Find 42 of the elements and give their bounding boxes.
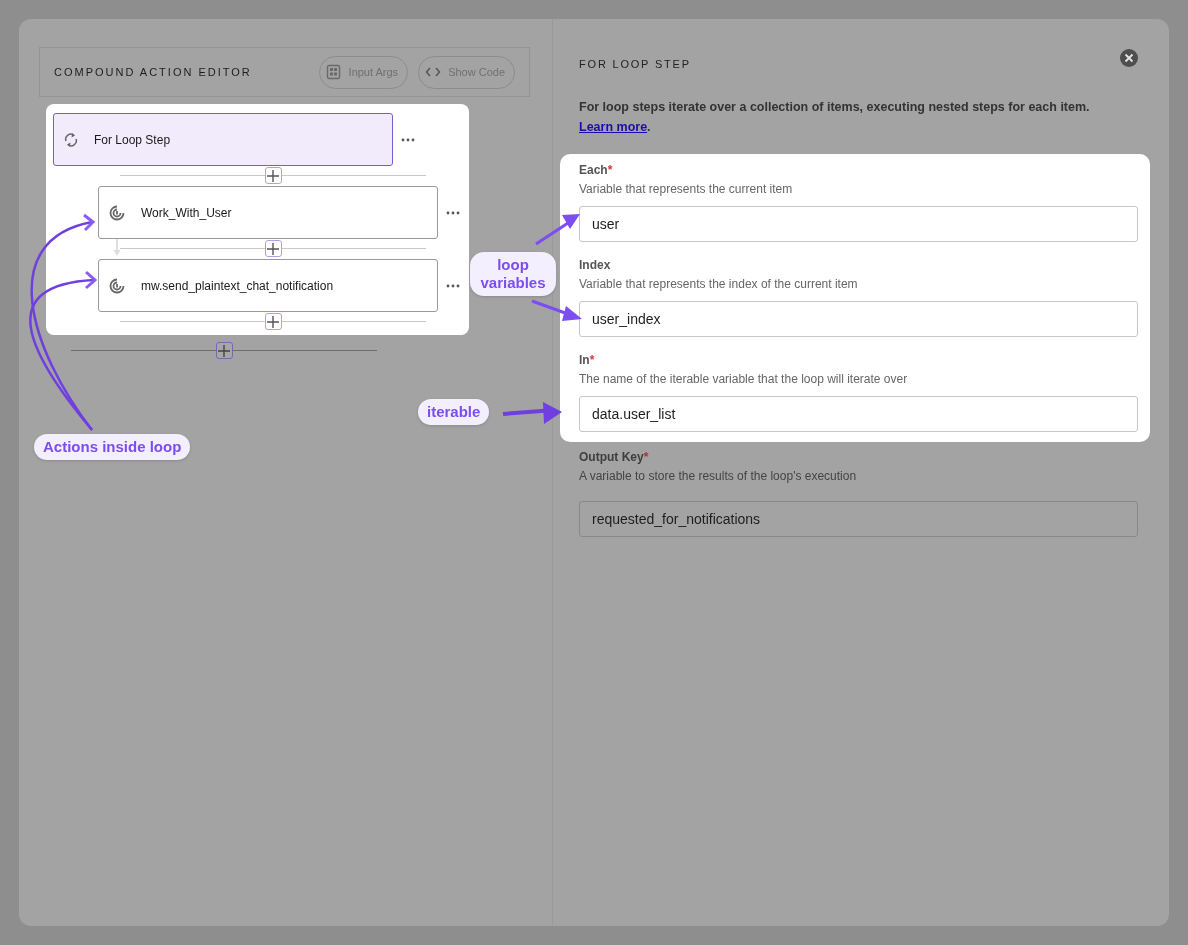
input-field[interactable]: user xyxy=(579,206,1138,242)
input-field[interactable]: data.user_list xyxy=(579,396,1138,432)
add-step-button[interactable] xyxy=(264,240,282,257)
annotation-label: iterable xyxy=(418,399,490,425)
code-icon xyxy=(425,66,442,78)
field-hint: A variable to store the results of the loop's execution xyxy=(579,468,858,485)
swirl-icon xyxy=(109,277,125,294)
annotation-arrow xyxy=(535,214,580,246)
add-step-button[interactable] xyxy=(264,167,282,184)
action-step-card[interactable]: Work_With_User xyxy=(98,186,438,239)
panel-description: For loop steps iterate over a collection of items, executing nested steps for each item. Learn more. xyxy=(579,99,1091,136)
loop-icon xyxy=(64,131,78,148)
add-step-button[interactable] xyxy=(264,313,282,330)
annotation-label: loop variables xyxy=(470,252,556,296)
grid-icon xyxy=(325,64,342,80)
field-label: Output Key* xyxy=(579,449,650,465)
close-icon[interactable] xyxy=(1120,49,1138,67)
plus-icon xyxy=(218,344,230,357)
loop-step-card[interactable]: For Loop Step xyxy=(53,113,393,166)
action-step-card[interactable]: mw.send_plaintext_chat_notification xyxy=(98,259,438,312)
more-icon[interactable] xyxy=(401,137,415,142)
field-label: In* xyxy=(579,352,596,368)
add-step-button[interactable] xyxy=(215,342,233,359)
field-hint: Variable that represents the index of the current item xyxy=(579,276,859,293)
input-field[interactable]: requested_for_notifications xyxy=(579,501,1138,537)
panel-title: FOR LOOP STEP xyxy=(579,57,691,71)
annotation-arrow xyxy=(502,402,562,424)
field-hint: Variable that represents the current item xyxy=(579,181,794,198)
field-label: Each* xyxy=(579,162,614,178)
plus-icon xyxy=(267,315,279,328)
more-icon[interactable] xyxy=(446,210,460,215)
field-hint: The name of the iterable variable that the loop will iterate over xyxy=(579,371,909,388)
annotation-arrow xyxy=(531,299,582,321)
plus-icon xyxy=(267,242,279,255)
input-field[interactable]: user_index xyxy=(579,301,1138,337)
editor-title: COMPOUND ACTION EDITOR xyxy=(54,66,252,78)
plus-icon xyxy=(267,169,279,182)
more-icon[interactable] xyxy=(446,283,460,288)
swirl-icon xyxy=(109,204,125,221)
annotation-label: Actions inside loop xyxy=(34,434,191,460)
field-label: Index xyxy=(579,257,612,273)
connector-arrow xyxy=(113,239,121,257)
